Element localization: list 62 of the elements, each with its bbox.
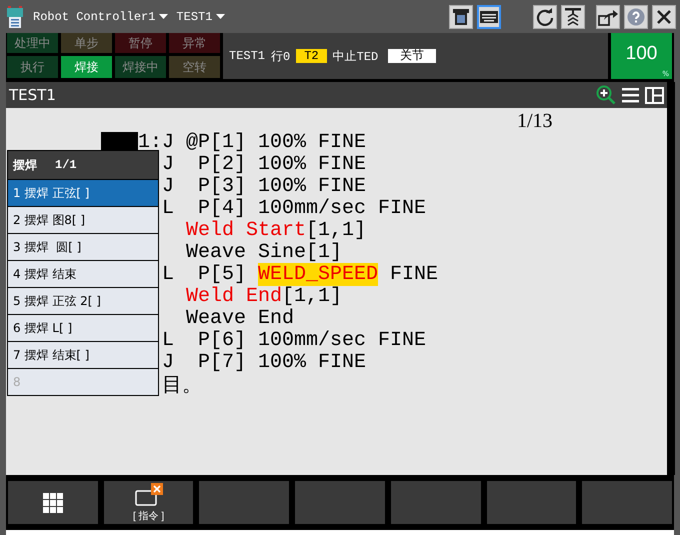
code-line[interactable]: Weave Sine[1] [162, 240, 342, 264]
split-view-icon[interactable] [645, 86, 664, 104]
status-lamp: 空转 [169, 56, 220, 78]
code-line[interactable]: J P[2] 100% FINE [162, 152, 366, 176]
popup-title: 摆焊 [13, 158, 37, 174]
toolbar-button[interactable] [596, 4, 620, 28]
export-icon [598, 8, 618, 26]
code-line[interactable]: L P[6] 100mm/sec FINE [162, 328, 426, 352]
menu-icon[interactable] [622, 88, 639, 102]
function-key[interactable] [8, 481, 98, 524]
code-line[interactable]: 目。 [162, 370, 202, 398]
zoom-in-icon[interactable] [596, 85, 616, 105]
toolbar-button[interactable] [624, 4, 648, 28]
toolbar-button[interactable] [652, 4, 676, 28]
program-name: TEST1 [229, 49, 266, 63]
status-lamp: 单步 [61, 33, 112, 53]
line-number: 1: [138, 130, 162, 154]
menu-item[interactable]: 2 摆焊 图8[ ] [8, 207, 158, 233]
status-lamp: 处理中 [7, 33, 58, 53]
toolbar-button[interactable] [477, 4, 501, 28]
code-line[interactable]: J P[3] 100% FINE [162, 174, 366, 198]
code-line[interactable]: Weld Start[1,1] [162, 218, 366, 242]
grid-icon [42, 492, 63, 512]
override-value: 100 [626, 43, 658, 65]
line-position: 1/13 [517, 110, 553, 133]
code-line[interactable]: L P[5] WELD_SPEED FINE [162, 262, 438, 286]
code-line[interactable]: Weld End[1,1] [162, 284, 342, 308]
help-icon [627, 8, 645, 26]
mode-badge: T2 [296, 49, 327, 63]
menu-dropdown[interactable]: Robot Controller1 [33, 10, 172, 24]
refresh-icon [536, 8, 554, 26]
menu-item[interactable]: 6 摆焊 L[ ] [8, 315, 158, 341]
status-lamp: 执行 [7, 56, 58, 78]
code-line[interactable]: Weave End [162, 306, 294, 330]
keyboard-icon [480, 10, 498, 22]
code-line[interactable]: J @P[1] 100% FINE [162, 130, 366, 154]
status-lamp: 暂停 [115, 33, 166, 53]
popup-page: 1/1 [55, 158, 77, 172]
status-lamp: 异常 [169, 33, 220, 53]
program-state: 中止TED [332, 48, 378, 64]
menu-dropdown[interactable]: TEST1 [176, 10, 230, 24]
caret-icon [216, 14, 226, 19]
menu-item[interactable]: 5 摆焊 正弦 2[ ] [8, 288, 158, 314]
editor-title: TEST1 [9, 86, 56, 104]
menu-item[interactable]: 7 摆焊 结束[ ] [8, 342, 158, 368]
line-number: 行0 [271, 48, 290, 64]
status-lamp: 焊接中 [115, 56, 166, 78]
chevrons-icon [564, 6, 582, 26]
coord-badge: 关节 [388, 49, 436, 63]
toolbar-button[interactable] [561, 4, 585, 28]
code-line[interactable]: J P[7] 100% FINE [162, 350, 366, 374]
code-line[interactable]: L P[4] 100mm/sec FINE [162, 196, 426, 220]
close-icon [656, 8, 672, 24]
menu-item[interactable]: 3 摆焊 圆[ ] [8, 234, 158, 260]
toolbar-button[interactable] [533, 4, 557, 28]
status-lamp: 焊接 [61, 56, 112, 78]
function-key[interactable]: [ 指令 ] [104, 481, 194, 524]
window-icon [134, 482, 163, 506]
menu-item[interactable]: 4 摆焊 结束 [8, 261, 158, 287]
menu-item[interactable]: 1 摆焊 正弦[ ] [8, 180, 158, 206]
caret-icon [159, 14, 168, 19]
toolbar-button[interactable] [449, 4, 473, 28]
